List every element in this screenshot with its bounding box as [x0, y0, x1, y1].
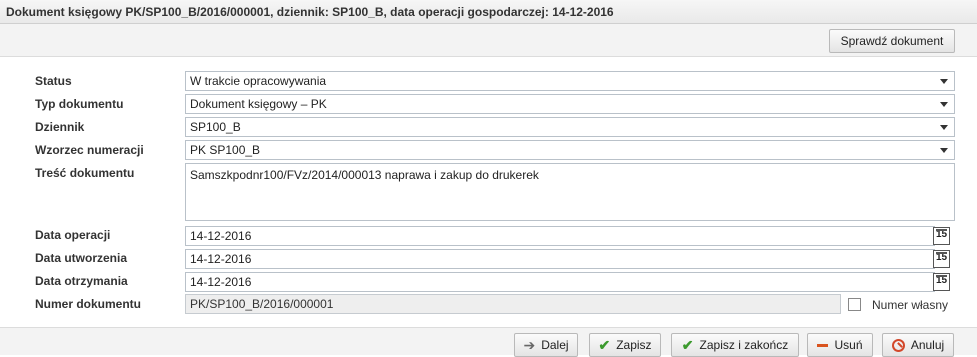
- calendar-icon[interactable]: 15: [933, 250, 950, 268]
- chevron-down-icon: [940, 79, 948, 84]
- doc-type-select[interactable]: Dokument księgowy – PK: [185, 94, 955, 114]
- save-close-label: Zapisz i zakończ: [699, 338, 789, 352]
- doc-type-label: Typ dokumentu: [35, 97, 124, 111]
- content-label: Treść dokumentu: [35, 166, 135, 180]
- checkmark-icon: ✔: [598, 337, 611, 353]
- own-number-checkbox[interactable]: [848, 298, 861, 311]
- received-date-value: 14-12-2016: [190, 275, 252, 289]
- journal-label: Dziennik: [35, 120, 85, 134]
- doc-type-value: Dokument księgowy – PK: [190, 97, 327, 111]
- top-toolbar: Sprawdź dokument: [0, 24, 977, 57]
- save-label: Zapisz: [616, 338, 652, 352]
- next-label: Dalej: [541, 338, 569, 352]
- doc-number-label: Numer dokumentu: [35, 297, 142, 311]
- arrow-right-icon: ➔: [523, 337, 536, 353]
- chevron-down-icon: [940, 148, 948, 153]
- op-date-value: 14-12-2016: [190, 229, 252, 243]
- created-date-input[interactable]: 14-12-2016: [185, 249, 935, 269]
- bottom-toolbar: ➔ Dalej ✔ Zapisz ✔ Zapisz i zakończ Usuń…: [0, 327, 977, 357]
- cancel-label: Anuluj: [910, 338, 945, 352]
- op-date-input[interactable]: 14-12-2016: [185, 226, 935, 246]
- doc-number-value: PK/SP100_B/2016/000001: [190, 297, 334, 311]
- window-title: Dokument księgowy PK/SP100_B/2016/000001…: [0, 0, 977, 24]
- received-date-input[interactable]: 14-12-2016: [185, 272, 935, 292]
- status-label: Status: [35, 74, 72, 88]
- cancel-icon: [891, 338, 905, 352]
- chevron-down-icon: [940, 125, 948, 130]
- chevron-down-icon: [940, 102, 948, 107]
- next-button[interactable]: ➔ Dalej: [514, 333, 578, 357]
- numbering-label: Wzorzec numeracji: [35, 143, 144, 157]
- content-textarea[interactable]: Samszkpodnr100/FVz/2014/000013 naprawa i…: [185, 163, 955, 221]
- received-date-label: Data otrzymania: [35, 274, 128, 288]
- journal-select[interactable]: SP100_B: [185, 117, 955, 137]
- check-document-button[interactable]: Sprawdź dokument: [829, 29, 955, 53]
- cancel-button[interactable]: Anuluj: [882, 333, 954, 357]
- save-button[interactable]: ✔ Zapisz: [589, 333, 661, 357]
- calendar-icon[interactable]: 15: [933, 273, 950, 291]
- save-and-close-button[interactable]: ✔ Zapisz i zakończ: [671, 333, 799, 357]
- own-number-label: Numer własny: [872, 298, 949, 312]
- checkmark-icon: ✔: [681, 337, 694, 353]
- minus-icon: [817, 343, 829, 347]
- delete-label: Usuń: [834, 338, 863, 352]
- delete-button[interactable]: Usuń: [807, 333, 873, 357]
- created-date-label: Data utworzenia: [35, 251, 128, 265]
- status-select[interactable]: W trakcie opracowywania: [185, 71, 955, 91]
- journal-value: SP100_B: [190, 120, 241, 134]
- content-value: Samszkpodnr100/FVz/2014/000013 naprawa i…: [190, 168, 539, 182]
- document-form: Status W trakcie opracowywania Typ dokum…: [0, 57, 977, 327]
- created-date-value: 14-12-2016: [190, 252, 252, 266]
- numbering-select[interactable]: PK SP100_B: [185, 140, 955, 160]
- op-date-label: Data operacji: [35, 228, 111, 242]
- doc-number-field: PK/SP100_B/2016/000001: [185, 294, 841, 314]
- status-value: W trakcie opracowywania: [190, 74, 327, 88]
- calendar-icon[interactable]: 15: [933, 227, 950, 245]
- numbering-value: PK SP100_B: [190, 143, 261, 157]
